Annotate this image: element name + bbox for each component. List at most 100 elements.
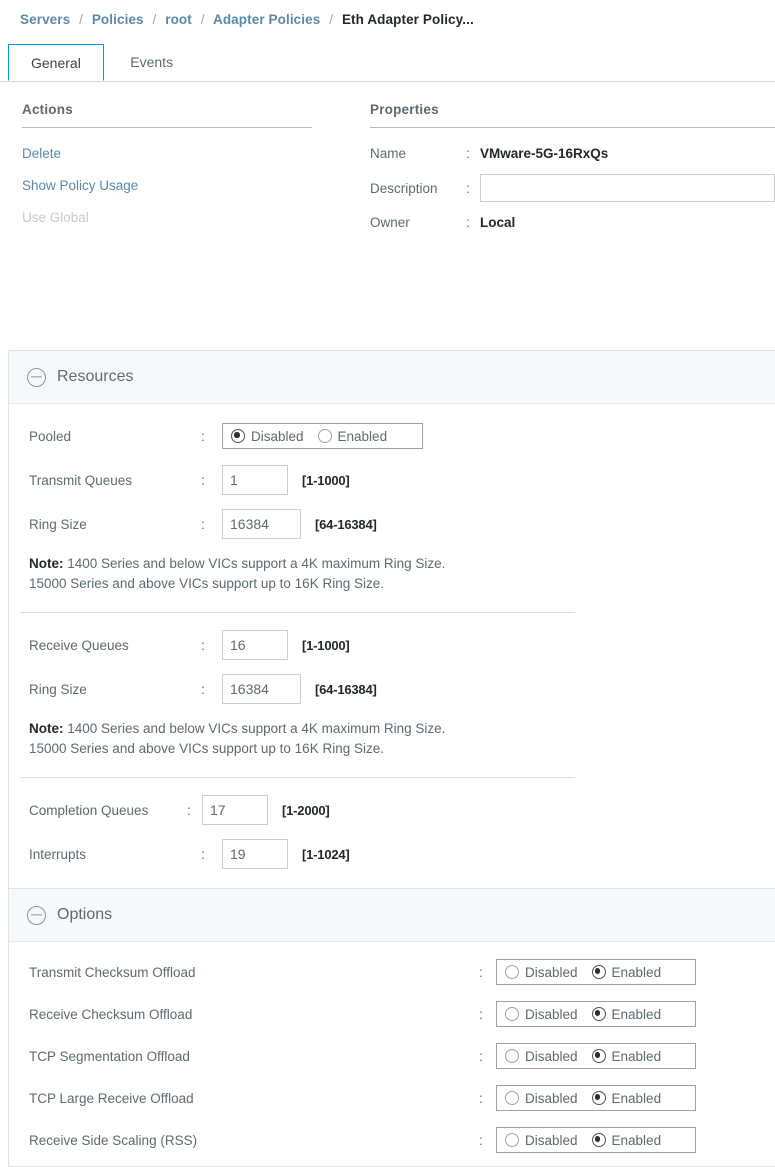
tcp-segmentation-offload-radio-group[interactable]: Disabled Enabled — [496, 1043, 696, 1069]
receive-queues-label: Receive Queues — [29, 637, 129, 653]
options-panel-title: Options — [57, 906, 113, 923]
properties-column: Properties Name : VMware-5G-16RxQs Descr… — [370, 102, 775, 243]
tcp-segmentation-offload-enabled-label: Enabled — [611, 1048, 662, 1064]
radio-dot-icon — [505, 1091, 519, 1105]
transmit-checksum-offload-option-enabled[interactable]: Enabled — [591, 964, 662, 980]
pooled-option-enabled[interactable]: Enabled — [317, 428, 388, 444]
transmit-checksum-offload-option-disabled[interactable]: Disabled — [505, 965, 578, 980]
transmit-note-prefix: Note: — [29, 556, 64, 571]
transmit-queues-label: Transmit Queues — [29, 472, 133, 488]
pooled-option-disabled[interactable]: Disabled — [231, 429, 304, 444]
completion-subgroup: Completion Queues : [1-2000] Interrupts … — [9, 778, 775, 888]
option-row-transmit-checksum-offload: Transmit Checksum Offload : Disabled Ena… — [9, 956, 775, 988]
description-input[interactable] — [480, 174, 775, 202]
receive-side-scaling-disabled-label: Disabled — [525, 1132, 578, 1148]
tab-general[interactable]: General — [8, 44, 104, 81]
breadcrumb: Servers / Policies / root / Adapter Poli… — [0, 0, 775, 27]
receive-ring-size-colon: : — [201, 681, 205, 697]
option-row-tcp-segmentation-offload: TCP Segmentation Offload : Disabled Enab… — [9, 1040, 775, 1072]
name-value: VMware-5G-16RxQs — [480, 146, 609, 161]
transmit-checksum-offload-enabled-label: Enabled — [611, 964, 662, 980]
transmit-ring-size-range-hint: [64-16384] — [315, 516, 377, 532]
transmit-checksum-offload-radio-group[interactable]: Disabled Enabled — [496, 959, 696, 985]
breadcrumb-item-servers[interactable]: Servers — [20, 12, 70, 27]
radio-dot-icon — [505, 1007, 519, 1021]
tcp-segmentation-offload-label: TCP Segmentation Offload — [29, 1048, 190, 1064]
receive-side-scaling-label: Receive Side Scaling (RSS) — [29, 1132, 198, 1148]
receive-checksum-offload-colon: : — [479, 1006, 483, 1022]
receive-checksum-offload-option-disabled[interactable]: Disabled — [505, 1007, 578, 1022]
owner-label: Owner — [370, 215, 410, 230]
transmit-checksum-offload-colon: : — [479, 964, 483, 980]
receive-note-line1: 1400 Series and below VICs support a 4K … — [63, 721, 446, 736]
resources-panel-body: Pooled : Disabled Enabled Transmit Queue… — [9, 404, 775, 888]
radio-dot-icon — [591, 1133, 606, 1147]
receive-ring-size-input[interactable] — [222, 674, 301, 704]
radio-dot-icon — [231, 429, 245, 443]
owner-colon: : — [466, 215, 470, 230]
transmit-subgroup: Pooled : Disabled Enabled Transmit Queue… — [9, 404, 775, 612]
tcp-segmentation-offload-option-disabled[interactable]: Disabled — [505, 1049, 578, 1064]
completion-queues-input[interactable] — [202, 795, 268, 825]
breadcrumb-item-adapter-policies[interactable]: Adapter Policies — [213, 12, 320, 27]
actions-heading: Actions — [22, 102, 73, 117]
minus-circle-icon[interactable] — [27, 905, 46, 925]
tab-events[interactable]: Events — [108, 44, 195, 80]
receive-side-scaling-radio-group[interactable]: Disabled Enabled — [496, 1127, 696, 1153]
receive-side-scaling-option-enabled[interactable]: Enabled — [591, 1132, 662, 1148]
tcp-large-receive-offload-disabled-label: Disabled — [525, 1090, 578, 1106]
actions-divider — [22, 127, 312, 128]
tcp-large-receive-offload-option-enabled[interactable]: Enabled — [591, 1090, 662, 1106]
breadcrumb-item-policies[interactable]: Policies — [92, 12, 144, 27]
pooled-option-enabled-label: Enabled — [337, 428, 388, 444]
receive-note-prefix: Note: — [29, 721, 64, 736]
completion-queues-range-hint: [1-2000] — [282, 802, 330, 818]
interrupts-range-hint: [1-1024] — [302, 846, 350, 862]
breadcrumb-item-current: Eth Adapter Policy... — [341, 12, 474, 27]
breadcrumb-item-root[interactable]: root — [165, 12, 192, 27]
receive-ring-size-row: Ring Size : [64-16384] — [9, 673, 775, 705]
transmit-queues-input[interactable] — [222, 465, 288, 495]
tcp-large-receive-offload-enabled-label: Enabled — [611, 1090, 662, 1106]
radio-dot-icon — [591, 1007, 606, 1021]
interrupts-input[interactable] — [222, 839, 288, 869]
options-panel-header[interactable]: Options — [9, 889, 775, 942]
use-global-action: Use Global — [22, 210, 89, 225]
pooled-radio-group[interactable]: Disabled Enabled — [222, 423, 423, 449]
receive-queues-input[interactable] — [222, 630, 288, 660]
radio-dot-icon — [317, 429, 332, 443]
radio-dot-icon — [591, 965, 606, 979]
tcp-segmentation-offload-disabled-label: Disabled — [525, 1048, 578, 1064]
tcp-large-receive-offload-radio-group[interactable]: Disabled Enabled — [496, 1085, 696, 1111]
receive-side-scaling-enabled-label: Enabled — [611, 1132, 662, 1148]
receive-checksum-offload-enabled-label: Enabled — [611, 1006, 662, 1022]
receive-ring-size-range-hint: [64-16384] — [315, 681, 377, 697]
options-panel-body: Transmit Checksum Offload : Disabled Ena… — [9, 942, 775, 1156]
tcp-large-receive-offload-colon: : — [479, 1090, 483, 1106]
resources-panel-header[interactable]: Resources — [9, 351, 775, 404]
transmit-checksum-offload-disabled-label: Disabled — [525, 964, 578, 980]
options-panel: Options Transmit Checksum Offload : Disa… — [8, 888, 775, 1167]
radio-dot-icon — [505, 1133, 519, 1147]
receive-checksum-offload-option-enabled[interactable]: Enabled — [591, 1006, 662, 1022]
resources-panel: Resources Pooled : Disabled Enabled Tran… — [8, 350, 775, 889]
tcp-large-receive-offload-label: TCP Large Receive Offload — [29, 1090, 194, 1106]
receive-note: Note: 1400 Series and below VICs support… — [9, 717, 589, 771]
tcp-large-receive-offload-option-disabled[interactable]: Disabled — [505, 1091, 578, 1106]
interrupts-label: Interrupts — [29, 846, 87, 862]
pooled-row: Pooled : Disabled Enabled — [9, 420, 775, 452]
transmit-note-line2: 15000 Series and above VICs support up t… — [29, 576, 384, 591]
general-tab-panel: Actions Delete Show Policy Usage Use Glo… — [0, 82, 775, 282]
option-row-tcp-large-receive-offload: TCP Large Receive Offload : Disabled Ena… — [9, 1082, 775, 1114]
receive-queues-range-hint: [1-1000] — [302, 637, 350, 653]
receive-side-scaling-option-disabled[interactable]: Disabled — [505, 1133, 578, 1148]
transmit-ring-size-label: Ring Size — [29, 516, 87, 532]
delete-action[interactable]: Delete — [22, 146, 312, 161]
minus-circle-icon[interactable] — [27, 367, 46, 387]
breadcrumb-separator: / — [329, 12, 334, 27]
transmit-ring-size-input[interactable] — [222, 509, 301, 539]
transmit-ring-size-row: Ring Size : [64-16384] — [9, 508, 775, 540]
tcp-segmentation-offload-option-enabled[interactable]: Enabled — [591, 1048, 662, 1064]
show-policy-usage-action[interactable]: Show Policy Usage — [22, 178, 312, 193]
receive-checksum-offload-radio-group[interactable]: Disabled Enabled — [496, 1001, 696, 1027]
